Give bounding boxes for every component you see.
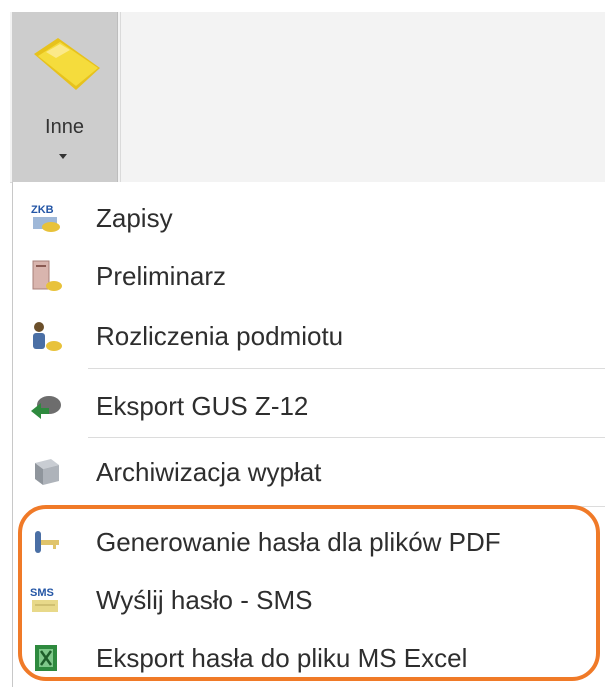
document-coins-icon xyxy=(32,260,62,291)
menu-item-wyslij-haslo-sms[interactable]: SMS Wyślij hasło - SMS xyxy=(13,572,605,628)
ribbon-button-label: Inne xyxy=(45,116,84,138)
menu-item-rozliczenia-podmiotu[interactable]: Rozliczenia podmiotu xyxy=(13,308,605,364)
excel-icon xyxy=(35,645,57,671)
menu-item-preliminarz[interactable]: Preliminarz xyxy=(13,248,605,304)
menu-item-label: Eksport GUS Z-12 xyxy=(96,390,309,421)
menu-item-label: Wyślij hasło - SMS xyxy=(96,584,313,615)
sms-icon: SMS xyxy=(30,587,58,612)
inne-ribbon-button[interactable]: Inne xyxy=(12,12,118,182)
menu-item-label: Archiwizacja wypłat xyxy=(96,456,322,487)
menu-item-zapisy[interactable]: ZKB Zapisy xyxy=(13,190,605,246)
menu-separator xyxy=(88,437,605,438)
menu-item-eksport-gus-z12[interactable]: Eksport GUS Z-12 xyxy=(13,378,605,434)
svg-text:SMS: SMS xyxy=(30,587,54,599)
key-icon xyxy=(35,531,59,553)
export-arrow-icon xyxy=(31,396,61,419)
menu-separator xyxy=(88,506,605,507)
folder-icon xyxy=(34,38,100,90)
menu-item-label: Zapisy xyxy=(96,202,173,233)
menu-item-label: Rozliczenia podmiotu xyxy=(96,320,344,351)
svg-text:ZKB: ZKB xyxy=(31,204,54,216)
archive-box-icon xyxy=(35,459,59,485)
menu-item-label: Preliminarz xyxy=(96,260,227,291)
menu-item-label: Generowanie hasła dla plików PDF xyxy=(96,526,501,557)
dropdown-menu: ZKB Zapisy Preliminarz Rozliczenia podmi… xyxy=(12,182,605,687)
menu-item-label: Eksport hasła do pliku MS Excel xyxy=(96,642,468,673)
ribbon-divider xyxy=(120,12,121,182)
menu-item-archiwizacja-wyplat[interactable]: Archiwizacja wypłat xyxy=(13,444,605,500)
dropdown-caret-icon xyxy=(59,154,67,159)
menu-separator xyxy=(88,368,605,369)
menu-item-eksport-hasla-ms-excel[interactable]: Eksport hasła do pliku MS Excel xyxy=(13,630,605,686)
zkb-icon: ZKB xyxy=(31,204,60,232)
menu-item-generowanie-hasla-pdf[interactable]: Generowanie hasła dla plików PDF xyxy=(13,514,605,570)
person-coins-icon xyxy=(33,322,62,351)
